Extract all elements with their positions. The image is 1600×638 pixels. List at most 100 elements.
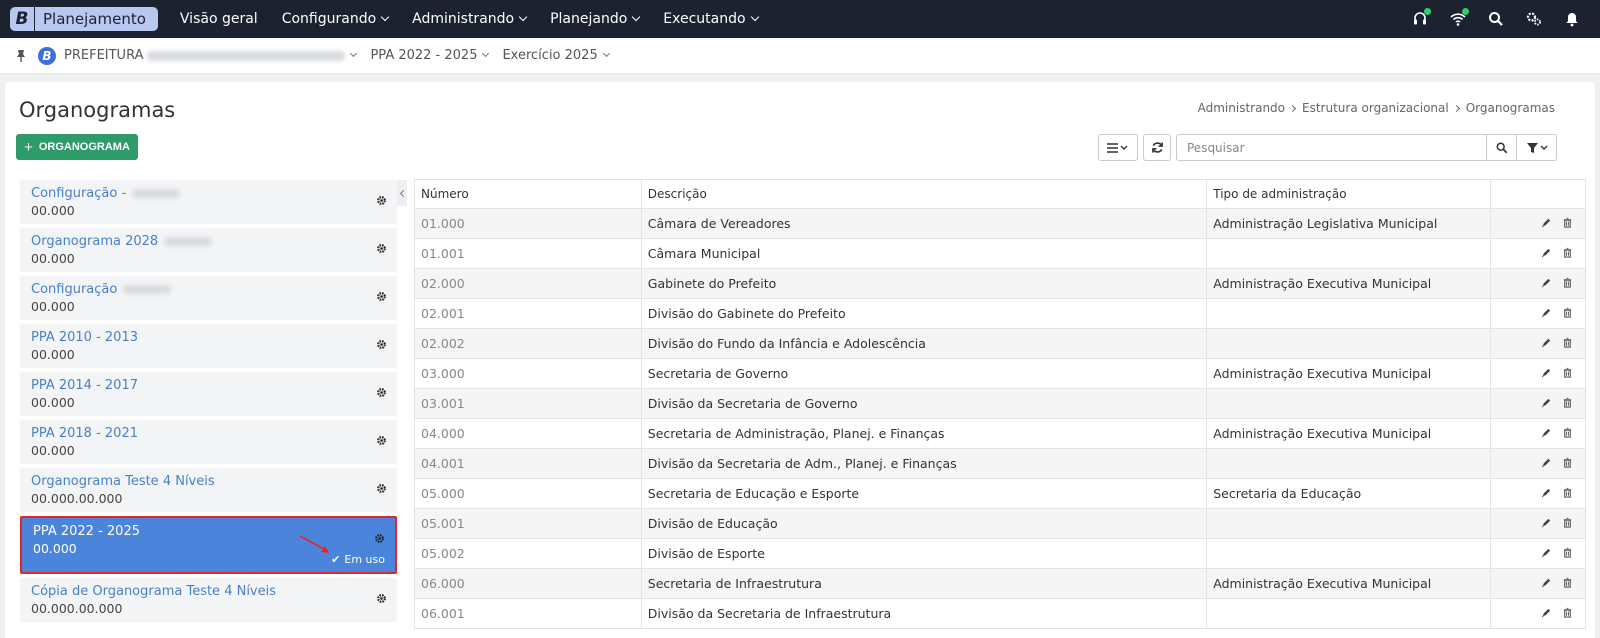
pencil-icon[interactable] (1541, 426, 1552, 441)
trash-icon[interactable] (1562, 576, 1573, 591)
pencil-icon[interactable] (1541, 546, 1552, 561)
gear-icon[interactable] (374, 533, 385, 544)
cell-tipo (1206, 508, 1492, 539)
pin-icon[interactable] (16, 49, 26, 63)
breadcrumb-item[interactable]: Administrando (1198, 101, 1285, 115)
chevron-right-icon (1452, 104, 1460, 112)
table-row: 05.000 Secretaria de Educação e Esporte Se… (414, 478, 1586, 509)
trash-icon[interactable] (1562, 396, 1573, 411)
list-item[interactable]: Configuração 00.000 (20, 276, 397, 320)
gear-icon[interactable] (376, 243, 387, 254)
trash-icon[interactable] (1562, 216, 1573, 231)
add-organograma-button[interactable]: + ORGANOGRAMA (16, 134, 138, 160)
list-item[interactable]: Configuração - 00.000 (20, 180, 397, 224)
pencil-icon[interactable] (1541, 486, 1552, 501)
trash-icon[interactable] (1562, 276, 1573, 291)
pencil-icon[interactable] (1541, 276, 1552, 291)
exercicio-selector[interactable]: Exercício 2025 (502, 48, 610, 63)
gear-icon[interactable] (376, 593, 387, 604)
row-actions (1497, 426, 1579, 441)
cell-actions (1490, 298, 1586, 329)
pencil-icon[interactable] (1541, 606, 1552, 621)
table-body: 01.000 Câmara de Vereadores Administração … (414, 208, 1586, 629)
gear-icon[interactable] (376, 435, 387, 446)
trash-icon[interactable] (1562, 456, 1573, 471)
bell-icon[interactable] (1564, 11, 1580, 27)
list-item[interactable]: PPA 2010 - 2013 00.000 (20, 324, 397, 368)
pencil-icon[interactable] (1541, 366, 1552, 381)
cell-tipo (1206, 328, 1492, 359)
cell-actions (1490, 388, 1586, 419)
trash-icon[interactable] (1562, 606, 1573, 621)
refresh-button[interactable] (1143, 134, 1171, 161)
entity-selector[interactable]: PREFEITURA (64, 48, 358, 63)
search-input[interactable] (1176, 134, 1487, 161)
nav-item-configurando[interactable]: Configurando (270, 0, 400, 38)
headset-icon[interactable] (1412, 8, 1431, 27)
nav-item-visao-geral[interactable]: Visão geral (168, 0, 270, 38)
trash-icon[interactable] (1562, 336, 1573, 351)
ppa-selector[interactable]: PPA 2022 - 2025 (370, 48, 490, 63)
top-icons (1412, 0, 1580, 38)
settings-icon[interactable] (1526, 11, 1542, 27)
column-header: Número (414, 179, 642, 209)
cell-descricao: Divisão de Esporte (640, 538, 1208, 569)
collapse-panel-button[interactable] (397, 180, 407, 206)
nav-item-executando[interactable]: Executando (651, 0, 769, 38)
gear-icon[interactable] (376, 387, 387, 398)
search-icon[interactable] (1488, 11, 1504, 27)
list-options-button[interactable] (1098, 134, 1138, 161)
chevron-down-icon (518, 12, 528, 22)
row-actions (1497, 336, 1579, 351)
cell-numero: 04.000 (414, 418, 642, 449)
pencil-icon[interactable] (1541, 306, 1552, 321)
search-button[interactable] (1487, 134, 1517, 161)
list-item[interactable]: PPA 2014 - 2017 00.000 (20, 372, 397, 416)
pencil-icon[interactable] (1541, 456, 1552, 471)
trash-icon[interactable] (1562, 546, 1573, 561)
list-item[interactable]: PPA 2022 - 2025 00.000 ✔ Em uso (20, 516, 397, 574)
gear-icon[interactable] (376, 195, 387, 206)
pencil-icon[interactable] (1541, 516, 1552, 531)
organograma-code: 00.000 (31, 203, 75, 218)
trash-icon[interactable] (1562, 486, 1573, 501)
pencil-icon[interactable] (1541, 246, 1552, 261)
table-row: 05.002 Divisão de Esporte (414, 538, 1586, 569)
nav-item-label: Administrando (412, 11, 515, 27)
organograma-code: 00.000 (31, 395, 75, 410)
table-row: 01.001 Câmara Municipal (414, 238, 1586, 269)
list-item[interactable]: Organograma 2028 00.000 (20, 228, 397, 272)
nav-item-planejando[interactable]: Planejando (538, 0, 651, 38)
chevron-right-icon (1288, 104, 1297, 112)
check-icon: ✔ (331, 553, 341, 566)
trash-icon[interactable] (1562, 306, 1573, 321)
app-brand[interactable]: B Planejamento (10, 7, 158, 31)
table-row: 03.000 Secretaria de Governo Administração… (414, 358, 1586, 389)
main-card: Organogramas Administrando Estrutura orga… (5, 82, 1595, 638)
trash-icon[interactable] (1562, 516, 1573, 531)
trash-icon[interactable] (1562, 426, 1573, 441)
table-row: 04.000 Secretaria de Administração, Plane… (414, 418, 1586, 449)
gear-icon[interactable] (376, 291, 387, 302)
list-item[interactable]: Cópia de Organograma Teste 4 Níveis 00.00… (20, 578, 397, 622)
cell-numero: 02.000 (414, 268, 642, 299)
wifi-icon[interactable] (1450, 8, 1469, 27)
gear-icon[interactable] (376, 483, 387, 494)
pencil-icon[interactable] (1541, 336, 1552, 351)
cell-descricao: Divisão da Secretaria de Governo (640, 388, 1208, 419)
nav-item-administrando[interactable]: Administrando (400, 0, 538, 38)
filter-button[interactable] (1517, 134, 1557, 161)
cell-actions (1490, 358, 1586, 389)
trash-icon[interactable] (1562, 366, 1573, 381)
breadcrumb-item[interactable]: Estrutura organizacional (1302, 101, 1449, 115)
cell-tipo (1206, 388, 1492, 419)
trash-icon[interactable] (1562, 246, 1573, 261)
table-toolbar (1098, 134, 1557, 161)
organograma-name-text: Configuração - (31, 186, 127, 201)
list-item[interactable]: PPA 2018 - 2021 00.000 (20, 420, 397, 464)
pencil-icon[interactable] (1541, 396, 1552, 411)
list-item[interactable]: Organograma Teste 4 Níveis 00.000.00.000 (20, 468, 397, 512)
pencil-icon[interactable] (1541, 576, 1552, 591)
pencil-icon[interactable] (1541, 216, 1552, 231)
gear-icon[interactable] (376, 339, 387, 350)
